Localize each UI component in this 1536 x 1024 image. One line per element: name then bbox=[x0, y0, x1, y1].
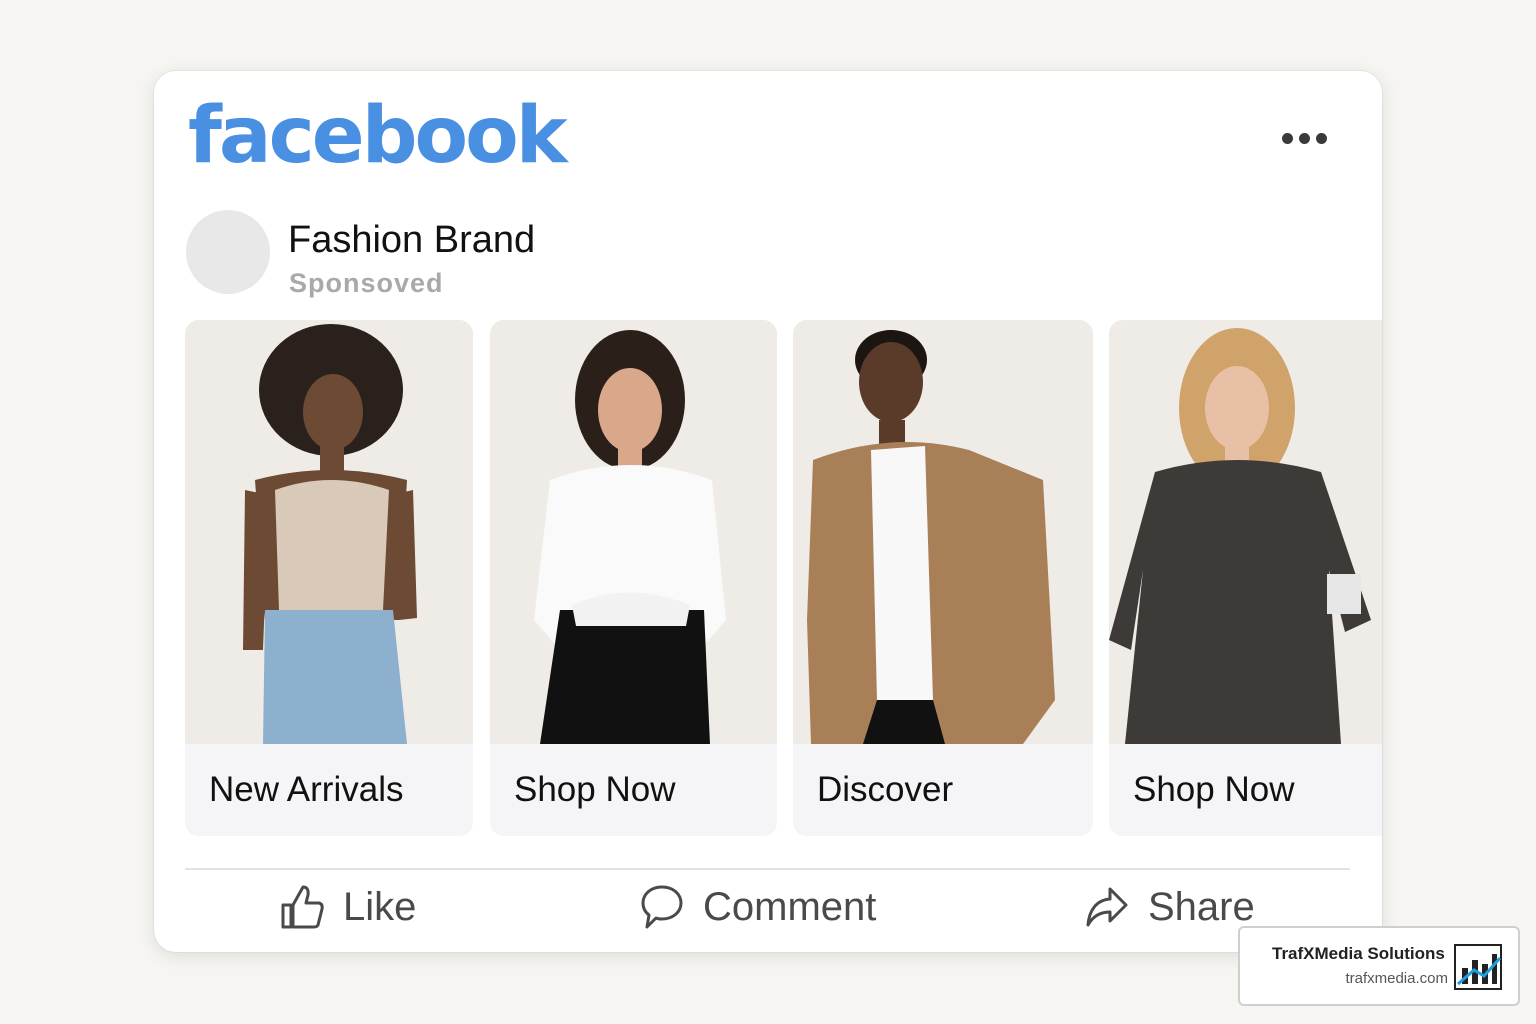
ad-post-card: facebook Fashion Brand Sponsoved New Arr… bbox=[154, 71, 1382, 952]
sponsored-label: Sponsoved bbox=[289, 268, 444, 298]
divider bbox=[185, 868, 1350, 870]
watermark-url: trafxmedia.com bbox=[1345, 970, 1448, 987]
comment-button[interactable]: Comment bbox=[639, 883, 876, 931]
product-image bbox=[185, 320, 473, 744]
carousel: New Arrivals Shop Now Discover Shop Now bbox=[185, 320, 1382, 836]
page-name[interactable]: Fashion Brand bbox=[288, 219, 535, 262]
thumbs-up-icon bbox=[281, 885, 324, 929]
like-label: Like bbox=[343, 884, 417, 929]
cta-new-arrivals[interactable]: New Arrivals bbox=[185, 744, 473, 836]
page-avatar[interactable] bbox=[186, 210, 270, 294]
product-image bbox=[1109, 320, 1382, 744]
carousel-item[interactable]: Shop Now bbox=[490, 320, 777, 836]
cta-shop-now[interactable]: Shop Now bbox=[1109, 744, 1382, 836]
comment-icon bbox=[641, 885, 683, 929]
like-button[interactable]: Like bbox=[279, 883, 416, 931]
carousel-item[interactable]: Discover bbox=[793, 320, 1093, 836]
carousel-item[interactable]: New Arrivals bbox=[185, 320, 473, 836]
post-actions: Like Comment Share bbox=[185, 883, 1350, 943]
bar-chart-icon bbox=[1454, 944, 1502, 990]
share-button[interactable]: Share bbox=[1084, 883, 1255, 931]
share-label: Share bbox=[1148, 884, 1255, 929]
watermark-name: TrafXMedia Solutions bbox=[1272, 944, 1445, 963]
product-image bbox=[793, 320, 1093, 744]
comment-label: Comment bbox=[703, 884, 877, 929]
product-image bbox=[490, 320, 777, 744]
cta-discover[interactable]: Discover bbox=[793, 744, 1093, 836]
cta-shop-now[interactable]: Shop Now bbox=[490, 744, 777, 836]
more-options-icon[interactable] bbox=[1282, 133, 1327, 144]
facebook-logo: facebook bbox=[188, 91, 568, 181]
share-arrow-icon bbox=[1086, 887, 1128, 927]
carousel-item[interactable]: Shop Now bbox=[1109, 320, 1382, 836]
watermark-badge: TrafXMedia Solutions trafxmedia.com bbox=[1238, 926, 1520, 1006]
